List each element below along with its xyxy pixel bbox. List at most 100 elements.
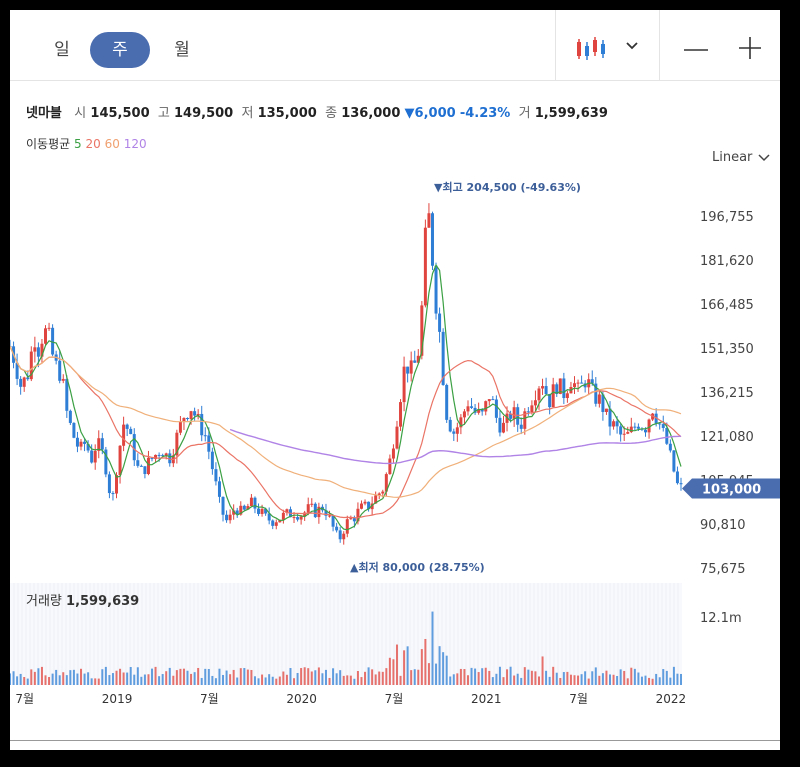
volume-bar <box>264 677 267 685</box>
volume-bar <box>342 675 345 685</box>
candle <box>143 466 147 475</box>
candle <box>44 328 48 344</box>
volume-bar <box>97 678 100 685</box>
candle <box>562 378 566 399</box>
volume-bar <box>459 668 462 685</box>
volume-bar <box>502 677 505 685</box>
candle <box>217 481 221 497</box>
volume-bar <box>257 678 260 685</box>
volume-bar <box>232 669 235 685</box>
volume-bar <box>328 677 331 685</box>
candle <box>214 469 218 482</box>
candle <box>548 394 552 408</box>
candle <box>75 437 79 447</box>
volume-bar <box>16 676 19 685</box>
candle <box>349 518 353 520</box>
candle <box>530 405 534 413</box>
volume-bar <box>307 668 310 685</box>
volume-bar <box>403 650 406 685</box>
candle <box>338 530 342 540</box>
y-tick-label: 166,485 <box>700 298 754 313</box>
candle <box>526 411 530 413</box>
volume-bar <box>62 672 65 685</box>
volume-bar <box>321 673 324 685</box>
volume-bar <box>481 668 484 685</box>
volume-bar <box>509 666 512 685</box>
last-price-label: 103,000 <box>702 483 761 498</box>
volume-bar <box>243 667 246 685</box>
volume-bar <box>545 670 548 685</box>
candle <box>363 501 367 504</box>
candle <box>178 421 182 433</box>
volume-bar <box>136 667 139 685</box>
candle <box>306 504 310 513</box>
volume-bar <box>399 675 402 685</box>
volume-bar <box>207 669 210 685</box>
volume-bar <box>427 663 430 685</box>
candle <box>228 514 232 521</box>
candle <box>249 497 253 507</box>
volume-bar <box>598 675 601 685</box>
candle <box>484 401 488 412</box>
price-chart[interactable]: 196,755 181,620 166,485 151,350 136,215 121,0… <box>10 10 780 740</box>
y-tick-label: 121,080 <box>700 430 754 445</box>
volume-bar <box>584 671 587 685</box>
candle <box>452 431 456 434</box>
volume-bar <box>371 669 374 685</box>
candle <box>328 515 332 517</box>
volume-bar <box>410 670 413 685</box>
candle <box>565 393 569 399</box>
volume-bar <box>239 668 242 685</box>
candle <box>139 465 143 467</box>
volume-bar <box>133 674 136 685</box>
volume-bar <box>314 670 317 685</box>
volume-bar <box>498 666 501 685</box>
volume-bar <box>115 670 118 685</box>
volume-bar <box>559 677 562 685</box>
candle <box>533 400 537 406</box>
volume-bar <box>605 670 608 685</box>
candle <box>498 417 502 433</box>
volume-bar <box>154 666 157 685</box>
volume-bar <box>506 669 509 685</box>
candle <box>381 491 385 494</box>
candle <box>427 213 431 228</box>
volume-bar <box>378 671 381 685</box>
volume-bar <box>623 670 626 685</box>
candle <box>299 516 303 520</box>
chart-window: 일 주 월 넷마블 시 145,500 고 149,500 저 135,000 … <box>10 10 780 750</box>
candle <box>395 426 399 449</box>
volume-bar <box>140 676 143 685</box>
volume-bar <box>516 673 519 685</box>
candle <box>193 411 197 416</box>
candle <box>399 402 403 427</box>
volume-bar <box>186 670 189 685</box>
volume-bar <box>48 677 51 685</box>
volume-bar <box>282 671 285 685</box>
volume-bar <box>268 674 271 685</box>
candle <box>33 347 37 352</box>
candle <box>83 441 87 444</box>
volume-bar <box>438 646 441 685</box>
volume-bar <box>541 656 544 685</box>
volume-bar <box>612 674 615 685</box>
candle <box>61 378 65 381</box>
volume-bar <box>669 677 672 685</box>
y-tick-label: 151,350 <box>700 342 754 357</box>
volume-bar <box>80 668 83 685</box>
x-tick-label: 7월 <box>200 692 219 706</box>
volume-bar <box>648 677 651 685</box>
volume-bar <box>303 667 306 685</box>
volume-bar <box>90 678 93 685</box>
volume-bar <box>609 674 611 685</box>
candle <box>47 327 51 329</box>
volume-bar <box>431 611 434 685</box>
volume-bar <box>424 638 427 685</box>
volume-bar <box>530 670 533 685</box>
candle <box>619 426 623 435</box>
volume-bar <box>488 670 491 685</box>
volume-bar <box>278 676 281 685</box>
volume-panel-value: 1,599,639 <box>66 594 140 609</box>
volume-bar <box>523 667 526 685</box>
volume-bar <box>495 673 498 685</box>
